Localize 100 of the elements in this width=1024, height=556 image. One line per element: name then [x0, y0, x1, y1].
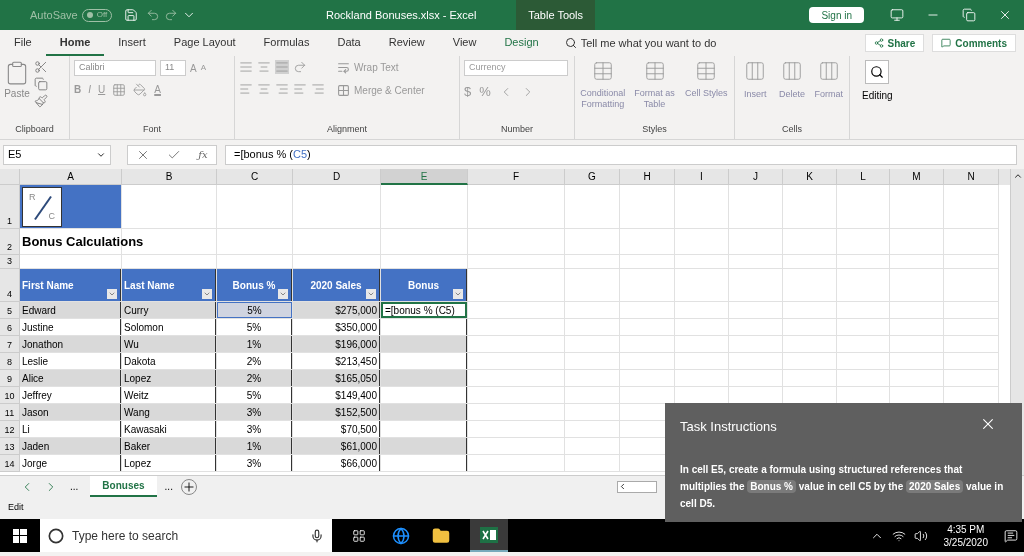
fill-color-icon[interactable]: [133, 82, 148, 97]
grid-cell: [565, 387, 620, 404]
column-header[interactable]: M: [890, 169, 944, 185]
format-painter-icon[interactable]: [34, 94, 48, 108]
row-header[interactable]: 9: [0, 370, 20, 387]
formula-field[interactable]: =[bonus % (C5): [225, 144, 1017, 165]
grid-cell: [729, 185, 783, 229]
align-left-icon[interactable]: [239, 82, 253, 96]
row-header[interactable]: 3: [0, 255, 20, 269]
column-header[interactable]: E: [381, 169, 468, 185]
increase-indent-icon[interactable]: [311, 82, 325, 96]
task-view-icon[interactable]: [352, 528, 366, 543]
table-cell: Jeffrey: [20, 387, 121, 403]
column-header[interactable]: B: [122, 169, 217, 185]
filter-dropdown-icon[interactable]: [202, 289, 212, 299]
row-header[interactable]: 1: [0, 185, 20, 229]
row-header[interactable]: 13: [0, 438, 20, 455]
grid-cell: [944, 336, 999, 353]
undo-icon[interactable]: [146, 8, 161, 22]
table-cell: Li: [20, 421, 121, 437]
network-icon[interactable]: [891, 528, 906, 543]
ribbon-tab[interactable]: Data: [323, 30, 375, 56]
table-cell: Kawasaki: [122, 421, 216, 437]
grid-cell: [675, 302, 729, 319]
table-cell: Jason: [20, 404, 121, 420]
ribbon-tab[interactable]: Review: [374, 30, 439, 56]
table-cell: $61,000: [293, 438, 380, 454]
more-sheets-button[interactable]: ...: [164, 479, 173, 494]
row-header[interactable]: 11: [0, 404, 20, 421]
name-box[interactable]: E5: [3, 144, 111, 165]
column-header[interactable]: L: [837, 169, 890, 185]
align-middle-icon[interactable]: [257, 60, 271, 74]
filter-dropdown-icon[interactable]: [453, 289, 463, 299]
align-right-icon[interactable]: [275, 82, 289, 96]
filter-dropdown-icon[interactable]: [107, 289, 117, 299]
more-sheets-button[interactable]: ...: [70, 479, 79, 494]
close-icon[interactable]: [998, 8, 1012, 22]
tell-me-field[interactable]: Tell me what you want to do: [564, 34, 717, 52]
row-header[interactable]: 14: [0, 455, 20, 472]
share-icon: [873, 38, 884, 48]
comments-button[interactable]: Comments: [932, 34, 1016, 52]
cut-icon[interactable]: [34, 60, 48, 74]
editing-button[interactable]: Editing: [862, 60, 893, 103]
grid-cell: [675, 319, 729, 336]
taskbar-search-field[interactable]: Type here to search: [40, 519, 332, 552]
table-header-cell: Last Name: [122, 269, 216, 301]
column-header[interactable]: I: [675, 169, 729, 185]
column-header[interactable]: C: [217, 169, 293, 185]
column-header[interactable]: K: [783, 169, 837, 185]
row-header[interactable]: 10: [0, 387, 20, 404]
row-header[interactable]: 2: [0, 229, 20, 255]
column-header[interactable]: G: [565, 169, 620, 185]
font-size-field[interactable]: 11: [160, 60, 186, 76]
font-name-field[interactable]: Calibri: [74, 60, 156, 76]
row-header[interactable]: 6: [0, 319, 20, 336]
table-cell: $275,000: [293, 302, 380, 318]
ribbon-tab[interactable]: Design: [490, 30, 553, 56]
row-header[interactable]: 7: [0, 336, 20, 353]
ribbon-tab[interactable]: View: [438, 30, 491, 56]
horizontal-scrollbar[interactable]: [616, 480, 657, 493]
row-header[interactable]: 12: [0, 421, 20, 438]
volume-icon[interactable]: [913, 528, 928, 543]
spreadsheet-app-icon[interactable]: [470, 519, 508, 552]
filter-dropdown-icon[interactable]: [278, 289, 288, 299]
share-button[interactable]: Share: [864, 34, 925, 52]
decrease-indent-icon[interactable]: [293, 82, 307, 96]
ribbon-tab[interactable]: File: [0, 30, 46, 56]
filter-dropdown-icon[interactable]: [366, 289, 376, 299]
grid-cell: [783, 302, 837, 319]
browser-icon[interactable]: [392, 526, 410, 545]
orientation-icon[interactable]: [293, 60, 307, 74]
ribbon-tab[interactable]: Insert: [104, 30, 160, 56]
notifications-icon[interactable]: [1004, 528, 1018, 543]
row-header[interactable]: 5: [0, 302, 20, 319]
grid-cell: [890, 269, 944, 302]
table-cell: 2%: [217, 370, 292, 386]
align-center-icon[interactable]: [257, 82, 271, 96]
column-header[interactable]: N: [944, 169, 999, 185]
window-title: Rockland Bonuses.xlsx - Excel: [325, 7, 478, 23]
borders-icon[interactable]: [112, 82, 127, 97]
grid-cell: [837, 185, 890, 229]
table-cell: Edward: [20, 302, 121, 318]
ribbon-tab[interactable]: Page Layout: [159, 30, 250, 56]
copy-icon[interactable]: [34, 77, 48, 91]
function-icon[interactable]: ƒx: [198, 147, 208, 162]
column-header[interactable]: J: [729, 169, 783, 185]
column-header[interactable]: H: [620, 169, 675, 185]
row-header[interactable]: 8: [0, 353, 20, 370]
folder-icon[interactable]: [432, 526, 450, 545]
ribbon-display-icon[interactable]: [890, 8, 904, 22]
align-top-icon[interactable]: [239, 60, 253, 74]
sheet-tab[interactable]: Bonuses: [90, 476, 157, 497]
ribbon-tab[interactable]: Formulas: [249, 30, 324, 56]
column-header[interactable]: F: [468, 169, 565, 185]
row-header[interactable]: 4: [0, 269, 20, 302]
save-icon[interactable]: [124, 8, 139, 22]
restore-icon[interactable]: [962, 8, 976, 22]
sign-in-button[interactable]: Sign in: [809, 7, 864, 23]
table-icon: [591, 60, 614, 82]
redo-icon[interactable]: [164, 8, 179, 22]
